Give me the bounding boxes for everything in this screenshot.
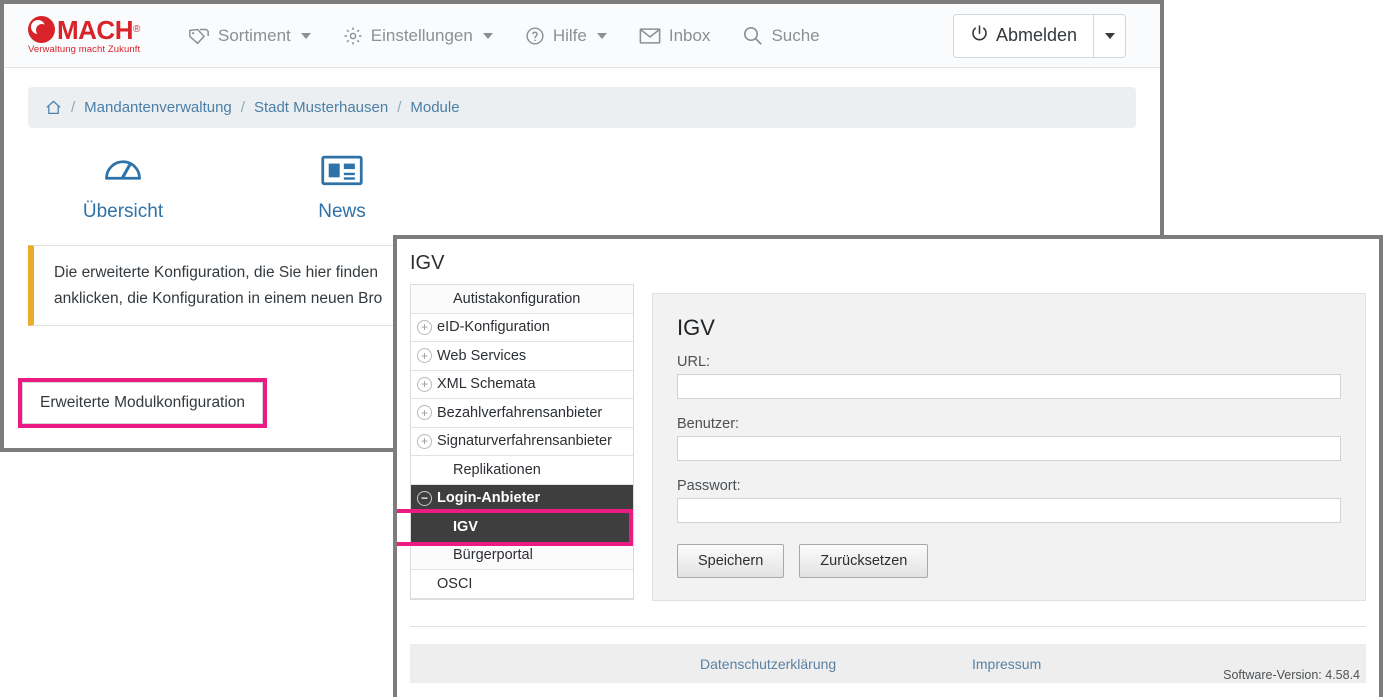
logout-button-group: Abmelden [953,14,1126,58]
tree-item-eid-konfiguration[interactable]: + eID-Konfiguration [411,314,633,343]
breadcrumb-separator: / [397,99,401,116]
mach-logo-wordmark: MACH [57,17,133,43]
chevron-down-icon [597,33,607,39]
footer-divider [410,626,1366,627]
dashboard-gauge-icon [101,148,145,192]
tree-item-web-services[interactable]: + Web Services [411,342,633,371]
question-circle-icon [525,26,545,46]
configuration-tree: Autistakonfiguration + eID-Konfiguration… [410,284,634,600]
tree-item-label: Bürgerportal [437,547,533,563]
benutzer-field-label: Benutzer: [677,416,1341,432]
nav-item-label: Einstellungen [371,26,473,46]
reset-button[interactable]: Zurücksetzen [799,544,928,578]
breadcrumb-item-module[interactable]: Module [410,99,459,116]
info-notice-text: Die erweiterte Konfiguration, die Sie hi… [54,260,382,312]
chevron-down-icon [483,33,493,39]
igv-dialog-title: IGV [397,239,1379,284]
url-field[interactable] [677,374,1341,399]
mach-logo-registered: ® [133,24,140,35]
mach-logo-tagline: Verwaltung macht Zukunft [28,44,150,55]
tree-item-signaturverfahrensanbieter[interactable]: + Signaturverfahrensanbieter [411,428,633,457]
save-button[interactable]: Speichern [677,544,784,578]
tree-item-label: Replikationen [437,462,541,478]
passwort-field[interactable] [677,498,1341,523]
module-tile-uebersicht[interactable]: Übersicht [68,148,178,223]
tree-item-replikationen[interactable]: Replikationen [411,456,633,485]
nav-item-sortiment[interactable]: Sortiment [172,20,327,52]
mach-logo-mark-icon [28,16,55,43]
breadcrumb-item-mandantenverwaltung[interactable]: Mandantenverwaltung [84,99,232,116]
logout-dropdown-toggle[interactable] [1094,14,1126,58]
tree-item-bezahlverfahrensanbieter[interactable]: + Bezahlverfahrensanbieter [411,399,633,428]
logout-button[interactable]: Abmelden [953,14,1094,58]
info-notice-line-2: anklicken, die Konfiguration in einem ne… [54,286,382,312]
envelope-icon [639,27,661,45]
tree-item-autistakonfiguration[interactable]: Autistakonfiguration [411,285,633,314]
tag-icon [188,26,210,45]
tree-item-igv[interactable]: IGV [411,513,633,542]
tree-item-label: Login-Anbieter [437,490,540,506]
tree-item-label: OSCI [437,576,472,592]
expand-plus-icon[interactable]: + [417,434,432,449]
nav-item-einstellungen[interactable]: Einstellungen [327,20,509,52]
passwort-field-label: Passwort: [677,478,1341,494]
tree-item-label: Signaturverfahrensanbieter [437,433,612,449]
tree-item-login-anbieter[interactable]: − Login-Anbieter [411,485,633,514]
igv-dialog-body: Autistakonfiguration + eID-Konfiguration… [397,284,1379,601]
info-notice-line-1: Die erweiterte Konfiguration, die Sie hi… [54,260,382,286]
home-icon[interactable] [45,99,62,116]
tree-item-label: Bezahlverfahrensanbieter [437,405,602,421]
power-icon [970,24,989,48]
tree-item-label: eID-Konfiguration [437,319,550,335]
expand-plus-icon[interactable]: + [417,377,432,392]
benutzer-field[interactable] [677,436,1341,461]
tree-item-label: Autistakonfiguration [437,291,580,307]
nav-item-hilfe[interactable]: Hilfe [509,20,623,52]
expand-plus-icon[interactable]: + [417,320,432,335]
nav-item-inbox[interactable]: Inbox [623,20,727,52]
advanced-module-config-button[interactable]: Erweiterte Modulkonfiguration [22,382,263,424]
search-icon [742,25,763,46]
gear-icon [343,26,363,46]
form-button-row: Speichern Zurücksetzen [677,544,1341,578]
logout-button-label: Abmelden [996,25,1077,46]
nav-item-label: Hilfe [553,26,587,46]
url-field-label: URL: [677,354,1341,370]
tree-item-osci[interactable]: OSCI [411,570,633,599]
collapse-minus-icon[interactable]: − [417,491,432,506]
form-heading: IGV [677,315,1341,341]
nav-item-label: Sortiment [218,26,291,46]
breadcrumb: / Mandantenverwaltung / Stadt Musterhaus… [28,87,1136,128]
newspaper-icon [320,148,364,192]
breadcrumb-item-stadt-musterhausen[interactable]: Stadt Musterhausen [254,99,388,116]
nav-item-label: Inbox [669,26,711,46]
tree-item-buergerportal[interactable]: Bürgerportal [411,542,633,571]
mach-logo[interactable]: MACH® Verwaltung macht Zukunft [28,16,150,55]
igv-dialog-window: IGV Autistakonfiguration + eID-Konfigura… [393,235,1383,697]
breadcrumb-separator: / [241,99,245,116]
tree-item-label: Web Services [437,348,526,364]
top-navigation-bar: MACH® Verwaltung macht Zukunft Sortiment [4,4,1160,68]
expand-plus-icon[interactable]: + [417,348,432,363]
chevron-down-icon [301,33,311,39]
chevron-down-icon [1105,33,1115,39]
module-tile-label: News [318,201,366,223]
module-tile-news[interactable]: News [287,148,397,223]
module-tiles: Übersicht News [4,128,1160,223]
privacy-policy-link[interactable]: Datenschutzerklärung [700,656,836,672]
imprint-link[interactable]: Impressum [972,656,1041,672]
dialog-footer: Datenschutzerklärung Impressum Software-… [410,644,1366,683]
expand-plus-icon[interactable]: + [417,405,432,420]
tree-item-label: XML Schemata [437,376,536,392]
breadcrumb-separator: / [71,99,75,116]
module-tile-label: Übersicht [83,201,163,223]
software-version-label: Software-Version: 4.58.4 [1223,668,1360,682]
tree-item-xml-schemata[interactable]: + XML Schemata [411,371,633,400]
advanced-config-highlight-box: Erweiterte Modulkonfiguration [18,378,267,428]
tree-item-label: IGV [437,519,478,535]
igv-config-form: IGV URL: Benutzer: Passwort: Speichern Z… [652,293,1366,601]
nav-item-label: Suche [771,26,819,46]
nav-item-suche[interactable]: Suche [726,19,835,52]
